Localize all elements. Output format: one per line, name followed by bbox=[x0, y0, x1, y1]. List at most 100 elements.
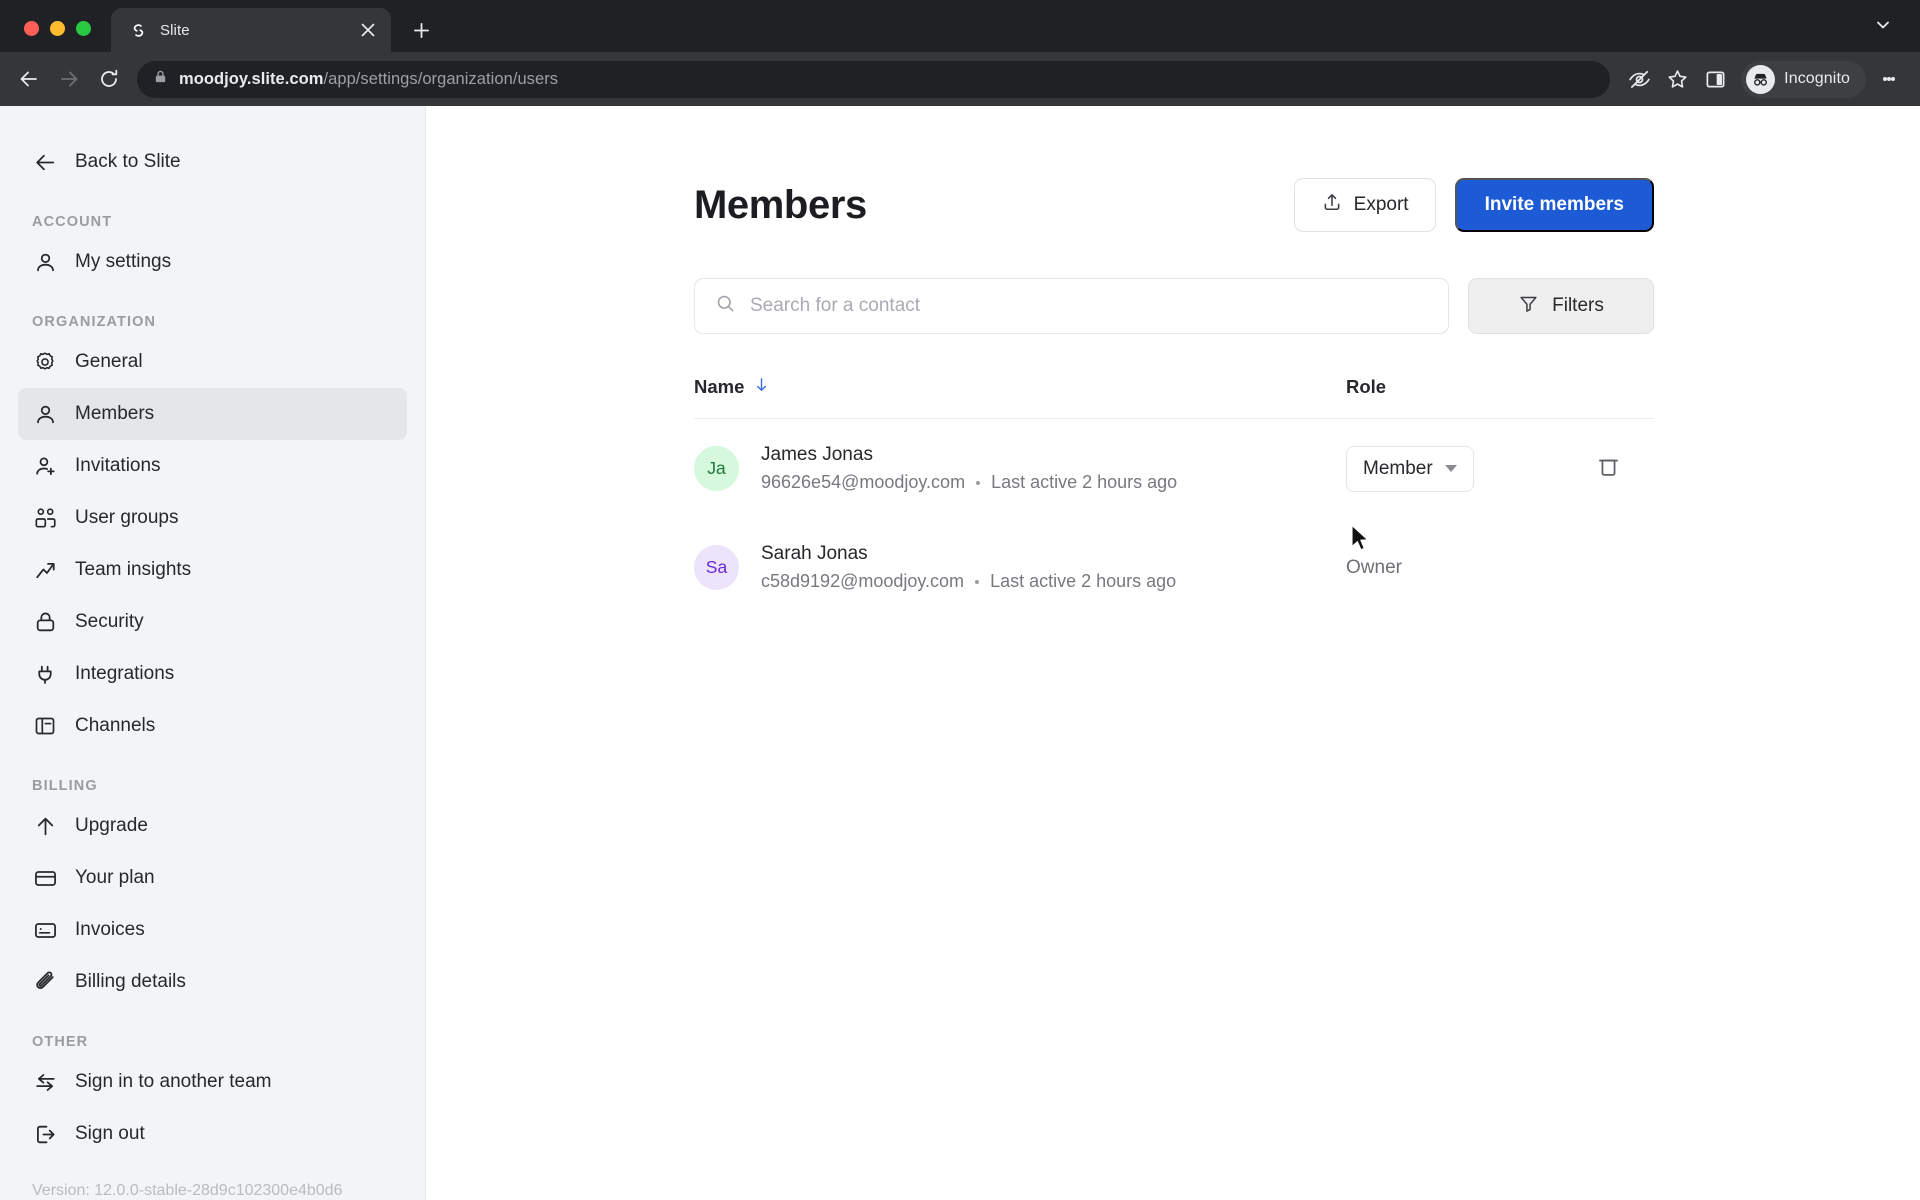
paperclip-icon bbox=[32, 969, 58, 995]
window-controls bbox=[0, 21, 111, 52]
minimize-window-button[interactable] bbox=[50, 21, 65, 36]
titlebar-right-group bbox=[1868, 10, 1920, 52]
member-email: c58d9192@moodjoy.com bbox=[761, 571, 965, 591]
members-page: Members Export Invite members Search for… bbox=[426, 106, 1920, 1200]
chevron-down-icon[interactable] bbox=[1868, 10, 1898, 40]
sidebar-item-billing-details[interactable]: Billing details bbox=[18, 956, 407, 1008]
users-icon bbox=[32, 505, 58, 531]
role-dropdown-value: Member bbox=[1363, 457, 1433, 479]
export-icon bbox=[1321, 191, 1343, 219]
sidebar-item-back-to-slite[interactable]: Back to Slite bbox=[18, 136, 407, 188]
url-host: moodjoy.slite.com bbox=[179, 69, 324, 88]
browser-tab[interactable]: Slite bbox=[111, 8, 391, 52]
table-row[interactable]: Ja James Jonas 96626e54@moodjoy.com Last… bbox=[694, 419, 1654, 518]
tracking-protection-icon[interactable] bbox=[1621, 61, 1657, 97]
sidebar-item-security[interactable]: Security bbox=[18, 596, 407, 648]
maximize-window-button[interactable] bbox=[76, 21, 91, 36]
sidebar-item-invitations[interactable]: Invitations bbox=[18, 440, 407, 492]
plug-icon bbox=[32, 661, 58, 687]
address-bar[interactable]: moodjoy.slite.com/app/settings/organizat… bbox=[137, 60, 1611, 98]
sidebar-item-label: Billing details bbox=[75, 971, 186, 992]
members-table-header: Name Role bbox=[694, 376, 1654, 419]
sidebar-section-billing-label: Billing bbox=[32, 778, 98, 794]
delete-member-button[interactable] bbox=[1596, 454, 1621, 484]
sidebar-item-label: Sign out bbox=[75, 1123, 145, 1144]
new-tab-button[interactable] bbox=[404, 13, 438, 47]
slite-logo-icon bbox=[129, 21, 148, 40]
member-identity: Ja James Jonas 96626e54@moodjoy.com Last… bbox=[694, 444, 1346, 493]
member-last-active: Last active 2 hours ago bbox=[991, 472, 1178, 492]
sidebar-item-label: Upgrade bbox=[75, 815, 148, 836]
reload-icon[interactable] bbox=[90, 60, 128, 98]
avatar: Sa bbox=[694, 545, 739, 590]
member-name: Sarah Jonas bbox=[761, 543, 868, 564]
invite-members-button[interactable]: Invite members bbox=[1454, 178, 1654, 232]
tab-title: Slite bbox=[160, 21, 190, 39]
user-plus-icon bbox=[32, 453, 58, 479]
sidebar-item-my-settings[interactable]: My settings bbox=[18, 236, 407, 288]
sidebar-item-sign-out[interactable]: Sign out bbox=[18, 1108, 407, 1160]
url-text: moodjoy.slite.com/app/settings/organizat… bbox=[179, 70, 558, 89]
member-role-cell: Owner bbox=[1346, 557, 1562, 579]
sidebar-item-members[interactable]: Members bbox=[18, 388, 407, 440]
sidebar-item-label: Security bbox=[75, 611, 144, 632]
logout-icon bbox=[32, 1121, 58, 1147]
member-text-block: James Jonas 96626e54@moodjoy.com Last ac… bbox=[761, 444, 1177, 493]
export-button-label: Export bbox=[1353, 194, 1409, 215]
sidebar-item-general[interactable]: General bbox=[18, 336, 407, 388]
sidebar-item-label: Members bbox=[75, 403, 155, 424]
sidebar-item-your-plan[interactable]: Your plan bbox=[18, 852, 407, 904]
column-header-role-label: Role bbox=[1346, 376, 1387, 397]
close-window-button[interactable] bbox=[24, 21, 39, 36]
sidebar-item-user-groups[interactable]: User groups bbox=[18, 492, 407, 544]
arrow-left-icon bbox=[32, 149, 58, 175]
close-tab-button[interactable] bbox=[357, 19, 379, 41]
export-button[interactable]: Export bbox=[1293, 178, 1436, 232]
sidebar-item-label: Team insights bbox=[75, 559, 192, 580]
sidebar-item-invoices[interactable]: Invoices bbox=[18, 904, 407, 956]
lock-icon bbox=[153, 69, 168, 89]
forward-icon[interactable] bbox=[50, 60, 88, 98]
sidebar-item-upgrade[interactable]: Upgrade bbox=[18, 800, 407, 852]
bookmark-star-icon[interactable] bbox=[1659, 61, 1695, 97]
sort-descending-icon bbox=[753, 376, 770, 398]
sidebar-item-label: User groups bbox=[75, 507, 179, 528]
member-last-active: Last active 2 hours ago bbox=[990, 571, 1177, 591]
arrow-up-icon bbox=[32, 813, 58, 839]
page-header: Members Export Invite members bbox=[694, 178, 1654, 232]
column-header-name[interactable]: Name bbox=[694, 376, 1346, 398]
member-name: James Jonas bbox=[761, 444, 873, 465]
user-icon bbox=[32, 249, 58, 275]
invoice-icon bbox=[32, 917, 58, 943]
sidebar-item-label: Channels bbox=[75, 715, 156, 736]
lock-icon bbox=[32, 609, 58, 635]
role-dropdown[interactable]: Member bbox=[1346, 445, 1474, 492]
search-input[interactable] bbox=[750, 295, 1428, 317]
member-actions-cell bbox=[1562, 454, 1654, 484]
chevron-down-icon bbox=[1444, 465, 1457, 472]
profile-chip[interactable]: Incognito bbox=[1741, 60, 1866, 98]
side-panel-icon[interactable] bbox=[1697, 61, 1733, 97]
settings-sidebar: Back to Slite Account My settings Organi… bbox=[0, 106, 426, 1200]
member-email: 96626e54@moodjoy.com bbox=[761, 472, 966, 492]
member-identity: Sa Sarah Jonas c58d9192@moodjoy.com Last… bbox=[694, 543, 1346, 592]
sidebar-item-sign-in-another-team[interactable]: Sign in to another team bbox=[18, 1056, 407, 1108]
switch-arrows-icon bbox=[32, 1069, 58, 1095]
sidebar-item-label: General bbox=[75, 351, 143, 372]
search-contact-container[interactable] bbox=[694, 278, 1449, 334]
browser-toolbar: moodjoy.slite.com/app/settings/organizat… bbox=[0, 52, 1920, 106]
page-viewport: Back to Slite Account My settings Organi… bbox=[0, 106, 1920, 1200]
sidebar-item-label: Invoices bbox=[75, 919, 145, 940]
filter-icon bbox=[1518, 293, 1539, 320]
more-menu-icon[interactable] bbox=[1872, 62, 1906, 96]
sidebar-item-integrations[interactable]: Integrations bbox=[18, 648, 407, 700]
sidebar-item-team-insights[interactable]: Team insights bbox=[18, 544, 407, 596]
filters-button[interactable]: Filters bbox=[1468, 278, 1654, 334]
role-static-value: Owner bbox=[1346, 556, 1402, 578]
member-meta: c58d9192@moodjoy.com Last active 2 hours… bbox=[761, 571, 1176, 592]
sidebar-item-channels[interactable]: Channels bbox=[18, 700, 407, 752]
search-icon bbox=[715, 293, 736, 319]
sidebar-item-label: Integrations bbox=[75, 663, 175, 684]
table-row[interactable]: Sa Sarah Jonas c58d9192@moodjoy.com Last… bbox=[694, 518, 1654, 617]
back-icon[interactable] bbox=[10, 60, 48, 98]
